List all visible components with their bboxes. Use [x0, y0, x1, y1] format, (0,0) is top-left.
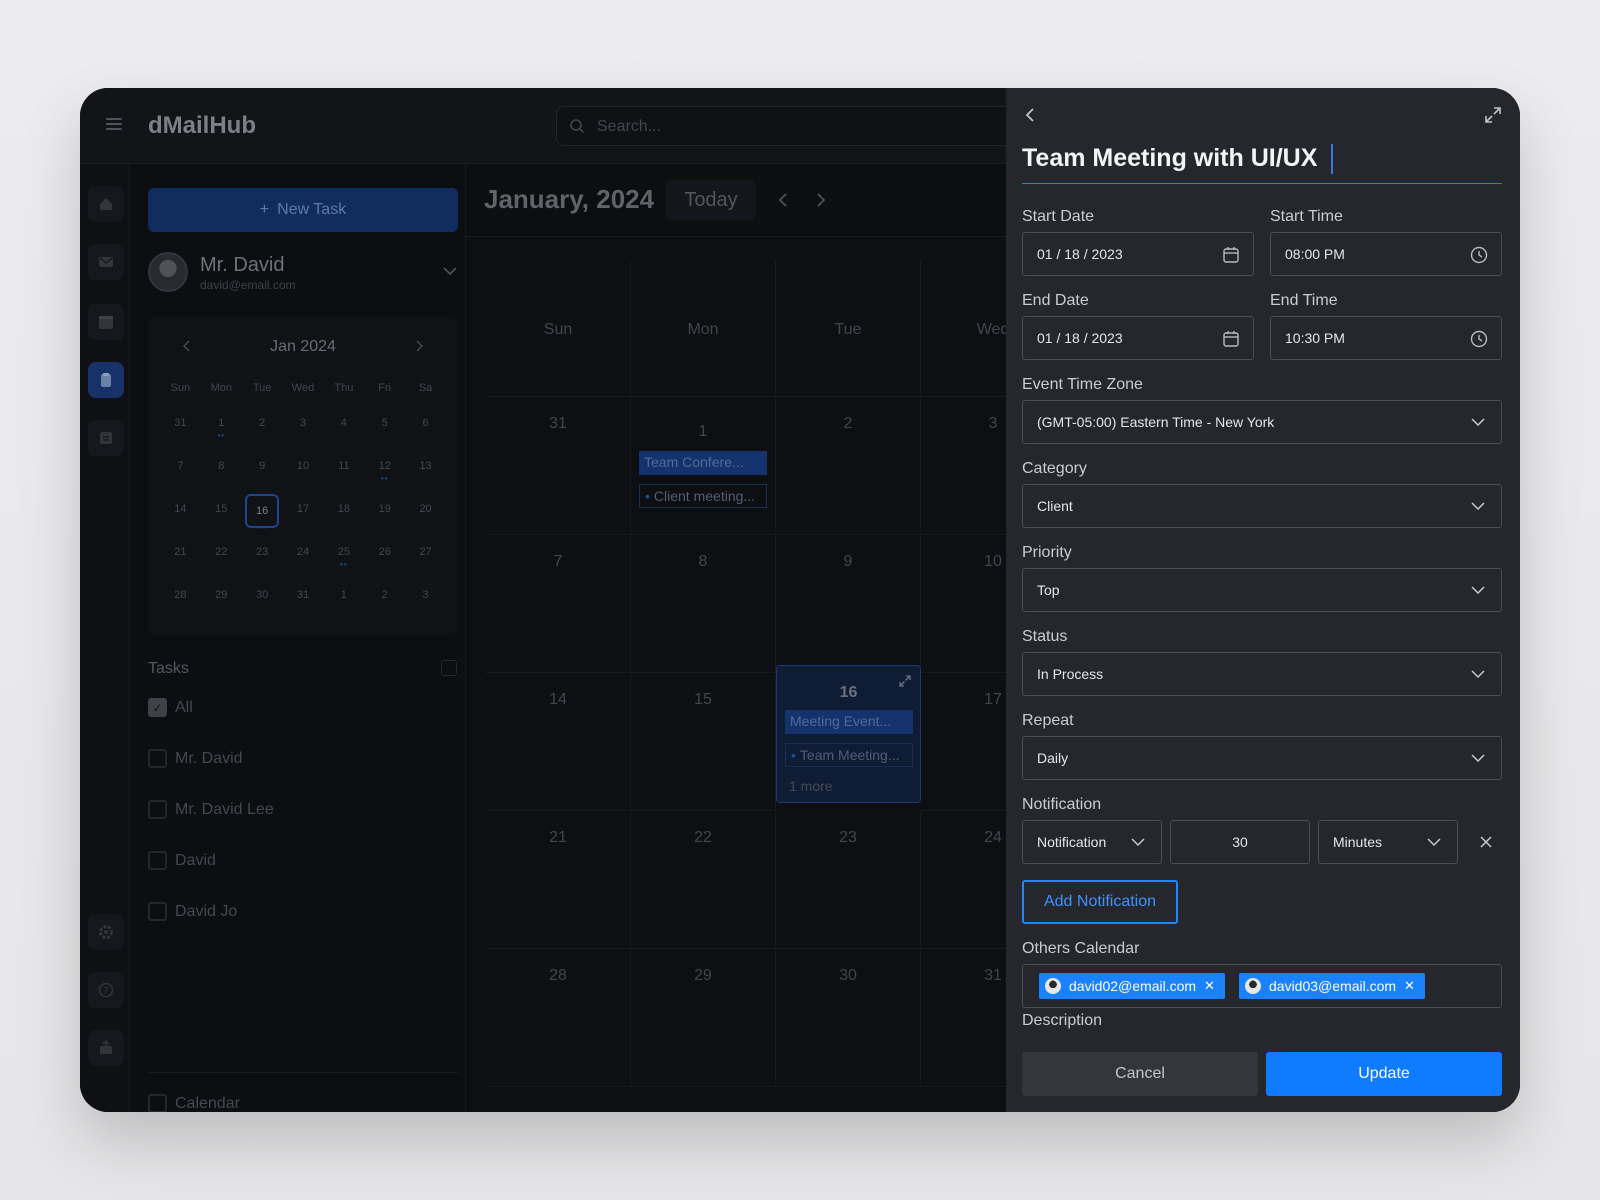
start-date-value: 01 / 18 / 2023	[1037, 246, 1123, 262]
calendar-icon[interactable]	[1221, 329, 1241, 349]
app-window: dMailHub Search... ? + New Task Mr. Davi…	[80, 88, 1520, 1112]
chevron-down-icon	[1471, 670, 1485, 679]
start-date-field[interactable]: 01 / 18 / 2023	[1022, 232, 1254, 276]
calendar-icon[interactable]	[1221, 245, 1241, 265]
end-date-value: 01 / 18 / 2023	[1037, 330, 1123, 346]
chevron-down-icon	[1427, 838, 1441, 847]
timezone-value: (GMT-05:00) Eastern Time - New York	[1037, 414, 1275, 430]
clock-icon[interactable]	[1469, 329, 1489, 349]
notification-type-value: Notification	[1037, 834, 1107, 850]
notification-type-select[interactable]: Notification	[1022, 820, 1162, 864]
end-time-field[interactable]: 10:30 PM	[1270, 316, 1502, 360]
close-icon[interactable]: ✕	[1204, 978, 1215, 994]
timezone-select[interactable]: (GMT-05:00) Eastern Time - New York	[1022, 400, 1502, 444]
end-time-label: End Time	[1270, 292, 1338, 309]
others-calendar-field[interactable]: david02@email.com ✕ david03@email.com ✕	[1022, 964, 1502, 1008]
category-value: Client	[1037, 498, 1073, 514]
priority-select[interactable]: Top	[1022, 568, 1502, 612]
text-caret	[1331, 144, 1334, 174]
event-title-input[interactable]: Team Meeting with UI/UX	[1022, 144, 1502, 184]
modal-scrim	[80, 88, 1006, 1112]
notification-label: Notification	[1022, 796, 1102, 813]
calendar-chip[interactable]: david03@email.com ✕	[1239, 973, 1425, 999]
chevron-down-icon	[1471, 418, 1485, 427]
clock-icon[interactable]	[1469, 245, 1489, 265]
notification-unit-select[interactable]: Minutes	[1318, 820, 1458, 864]
end-date-label: End Date	[1022, 292, 1089, 309]
avatar	[1045, 978, 1061, 994]
repeat-value: Daily	[1037, 750, 1069, 766]
panel-footer: Cancel Update	[1006, 1032, 1520, 1112]
priority-value: Top	[1037, 582, 1060, 598]
repeat-label: Repeat	[1022, 712, 1074, 729]
notification-amount-value: 30	[1232, 834, 1248, 850]
chevron-down-icon	[1471, 754, 1485, 763]
notification-amount-input[interactable]: 30	[1170, 820, 1310, 864]
status-label: Status	[1022, 628, 1068, 645]
category-label: Category	[1022, 460, 1087, 477]
avatar	[1245, 978, 1261, 994]
event-title-text: Team Meeting with UI/UX	[1022, 144, 1318, 172]
category-select[interactable]: Client	[1022, 484, 1502, 528]
status-value: In Process	[1037, 666, 1104, 682]
update-button[interactable]: Update	[1266, 1052, 1502, 1096]
close-icon[interactable]	[1480, 836, 1492, 848]
add-notification-button[interactable]: Add Notification	[1022, 880, 1178, 924]
back-arrow-icon[interactable]	[1024, 106, 1036, 124]
chip-email: david03@email.com	[1269, 978, 1397, 994]
chevron-down-icon	[1471, 502, 1485, 511]
priority-label: Priority	[1022, 544, 1072, 561]
start-time-field[interactable]: 08:00 PM	[1270, 232, 1502, 276]
calendar-chip[interactable]: david02@email.com ✕	[1039, 973, 1225, 999]
description-label: Description	[1022, 1012, 1103, 1029]
cancel-button[interactable]: Cancel	[1022, 1052, 1258, 1096]
notification-unit-value: Minutes	[1333, 834, 1383, 850]
repeat-select[interactable]: Daily	[1022, 736, 1502, 780]
timezone-label: Event Time Zone	[1022, 376, 1143, 393]
chip-email: david02@email.com	[1069, 978, 1197, 994]
end-time-value: 10:30 PM	[1285, 330, 1345, 346]
chevron-down-icon	[1131, 838, 1145, 847]
close-icon[interactable]: ✕	[1404, 978, 1415, 994]
end-date-field[interactable]: 01 / 18 / 2023	[1022, 316, 1254, 360]
chevron-down-icon	[1471, 586, 1485, 595]
expand-icon[interactable]	[1484, 106, 1502, 124]
status-select[interactable]: In Process	[1022, 652, 1502, 696]
event-edit-panel: Team Meeting with UI/UX Start Date 01 / …	[1006, 88, 1520, 1112]
others-calendar-label: Others Calendar	[1022, 940, 1140, 957]
start-time-value: 08:00 PM	[1285, 246, 1345, 262]
start-date-label: Start Date	[1022, 208, 1095, 225]
start-time-label: Start Time	[1270, 208, 1343, 225]
